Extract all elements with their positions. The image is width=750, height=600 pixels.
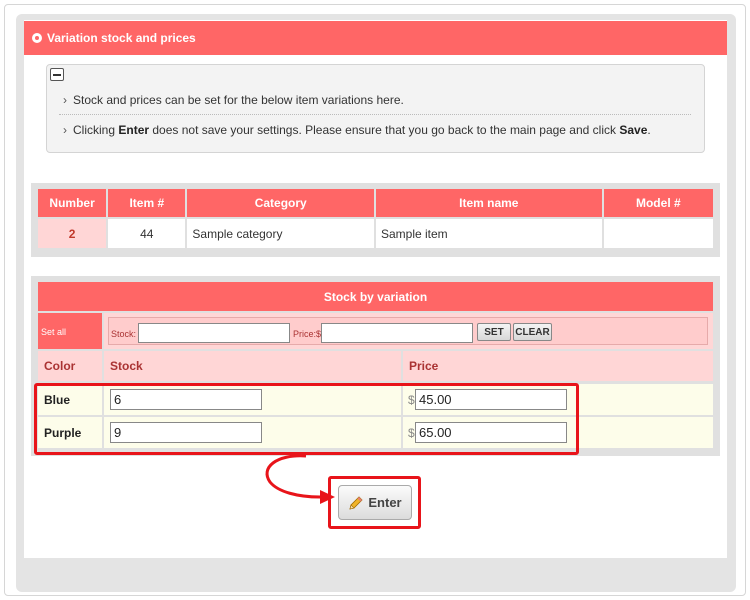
notes-box: › Stock and prices can be set for the bel… <box>46 64 705 153</box>
column-color: Color <box>38 351 102 381</box>
cell-item-number: 44 <box>108 219 186 248</box>
note-line-2: › Clicking Enter does not save your setti… <box>63 123 651 137</box>
set-all-label: Set all <box>38 313 102 349</box>
stock-table-title: Stock by variation <box>38 282 713 311</box>
cell-category: Sample category <box>187 219 374 248</box>
rows-highlight-box <box>34 383 579 455</box>
column-price: Price <box>403 351 713 381</box>
note-line-1: › Stock and prices can be set for the bel… <box>63 93 404 107</box>
clear-button[interactable]: CLEAR <box>513 323 552 341</box>
section-header: Variation stock and prices <box>24 21 727 55</box>
set-all-stock-label: Stock: <box>111 329 137 339</box>
header-category: Category <box>187 189 374 217</box>
section-title: Variation stock and prices <box>47 31 196 45</box>
set-all-price-label: Price:$ <box>293 329 322 339</box>
radio-bullet-icon <box>32 33 42 43</box>
set-all-box: Stock: Price:$ SET CLEAR <box>108 317 708 345</box>
pencil-icon <box>349 495 363 510</box>
item-info-table-wrap: Number Item # Category Item name Model #… <box>31 183 720 257</box>
set-all-price-input[interactable] <box>321 323 473 343</box>
set-all-stock-input[interactable] <box>138 323 290 343</box>
cell-item-name: Sample item <box>375 219 602 248</box>
cell-number: 2 <box>38 219 107 248</box>
header-item-number: Item # <box>108 189 186 217</box>
note-divider <box>59 114 691 115</box>
header-item-name: Item name <box>375 189 602 217</box>
chevron-right-icon: › <box>63 123 67 137</box>
enter-button[interactable]: Enter <box>338 485 412 520</box>
curved-arrow-icon <box>265 454 335 504</box>
cell-model-number <box>603 219 713 248</box>
set-button[interactable]: SET <box>477 323 511 341</box>
item-info-table: Number Item # Category Item name Model #… <box>36 187 715 250</box>
header-model-number: Model # <box>603 189 713 217</box>
collapse-icon[interactable] <box>50 68 64 81</box>
enter-button-label: Enter <box>368 495 402 510</box>
set-all-panel: Stock: Price:$ SET CLEAR <box>104 313 713 349</box>
chevron-right-icon: › <box>63 93 67 107</box>
table-row: 2 44 Sample category Sample item <box>38 219 713 248</box>
column-stock: Stock <box>104 351 401 381</box>
header-number: Number <box>38 189 107 217</box>
